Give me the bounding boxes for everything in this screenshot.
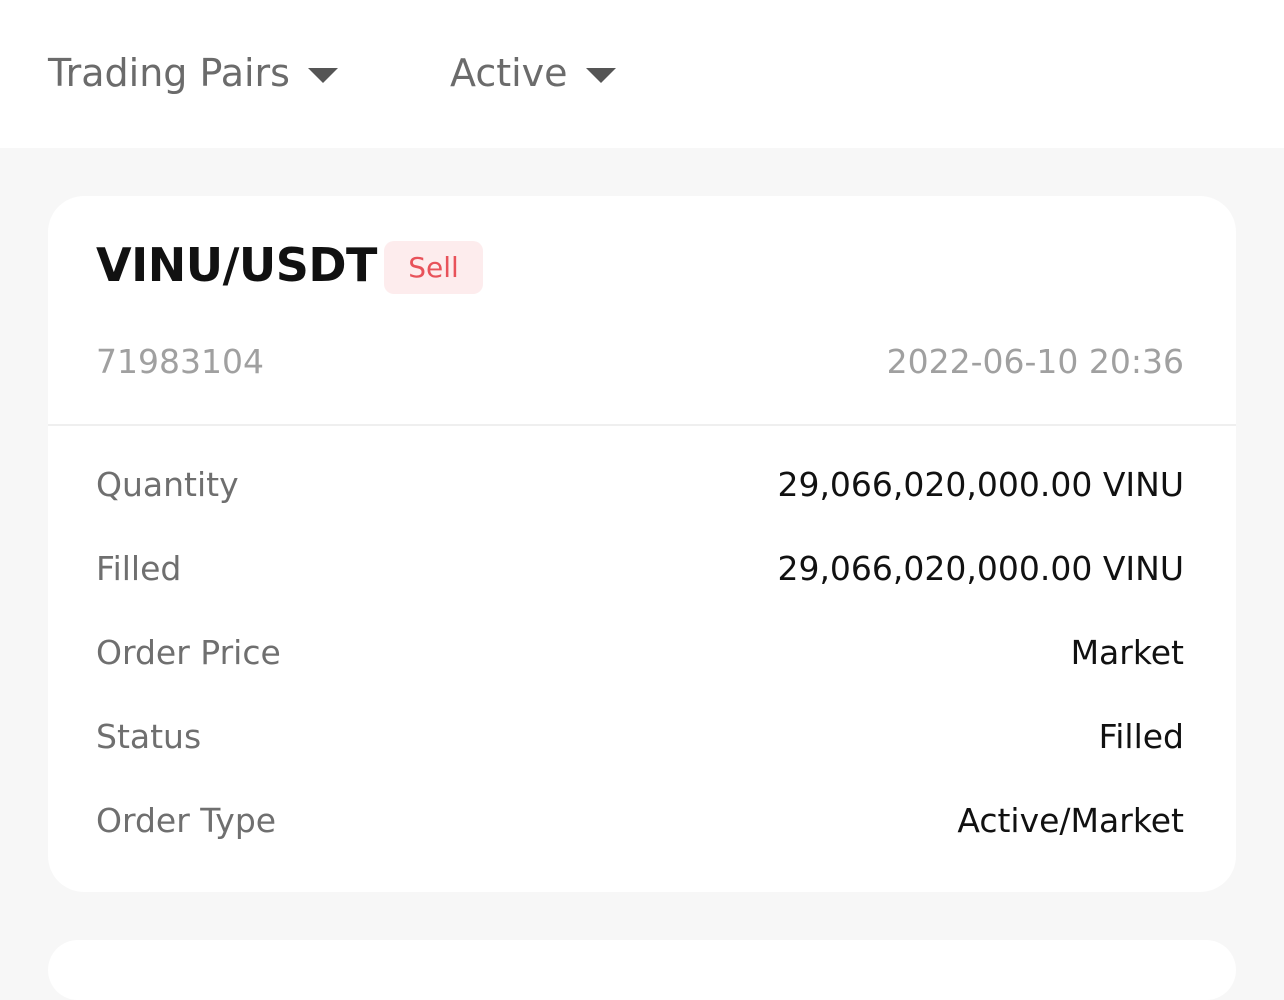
detail-label: Filled (96, 548, 182, 588)
detail-row-order-price: Order Price Market (96, 630, 1184, 674)
order-side-badge: Sell (384, 241, 483, 294)
detail-value: 29,066,020,000.00 VINU (777, 464, 1184, 504)
detail-row-order-type: Order Type Active/Market (96, 798, 1184, 842)
caret-down-icon (307, 67, 338, 83)
detail-label: Status (96, 716, 202, 756)
caret-down-icon (585, 67, 616, 83)
detail-value: 29,066,020,000.00 VINU (777, 548, 1184, 588)
trading-pairs-label: Trading Pairs (48, 51, 290, 95)
order-pair: VINU/USDT (96, 238, 377, 292)
detail-value: Filled (1098, 716, 1184, 756)
order-time: 2022-06-10 20:36 (886, 342, 1184, 381)
divider (48, 424, 1236, 426)
detail-value: Active/Market (957, 800, 1184, 840)
order-id: 71983104 (96, 342, 264, 381)
order-card[interactable]: VINU/USDT Sell 71983104 2022-06-10 20:36… (48, 196, 1236, 892)
detail-row-quantity: Quantity 29,066,020,000.00 VINU (96, 462, 1184, 506)
detail-row-status: Status Filled (96, 714, 1184, 758)
detail-label: Order Type (96, 800, 277, 840)
next-order-card[interactable] (48, 940, 1236, 1000)
filter-bar: Trading Pairs Active (0, 0, 1284, 148)
detail-row-filled: Filled 29,066,020,000.00 VINU (96, 546, 1184, 590)
detail-label: Quantity (96, 464, 239, 504)
detail-value: Market (1070, 632, 1184, 672)
status-filter-label: Active (450, 51, 568, 95)
trading-pairs-dropdown[interactable]: Trading Pairs (48, 48, 338, 98)
status-filter-dropdown[interactable]: Active (450, 48, 616, 98)
detail-label: Order Price (96, 632, 281, 672)
